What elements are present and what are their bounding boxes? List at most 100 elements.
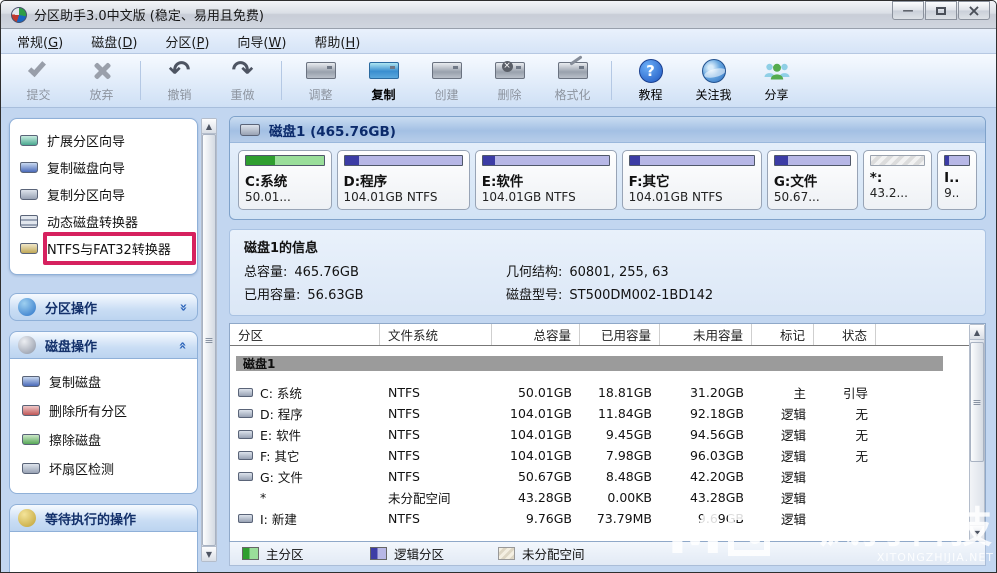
table-scroll-thumb[interactable] — [970, 342, 984, 462]
sidebar-item-extend-partition-wizard[interactable]: 扩展分区向导 — [18, 127, 193, 154]
follow-me-button[interactable]: 关注我 — [682, 56, 745, 105]
undo-arrow-icon — [169, 60, 191, 82]
menu-bar: 常规(G) 磁盘(D) 分区(P) 向导(W) 帮助(H) — [1, 29, 996, 54]
total-capacity-field: 总容量: 465.76GB — [244, 265, 359, 280]
partition-ops-icon — [18, 298, 36, 316]
section-header-partition-ops[interactable]: 分区操作 — [9, 293, 198, 321]
scroll-up-arrow-icon[interactable] — [970, 325, 984, 340]
scroll-down-arrow-icon[interactable] — [970, 525, 984, 540]
menu-disk[interactable]: 磁盘(D) — [91, 32, 137, 51]
menu-help[interactable]: 帮助(H) — [314, 32, 360, 51]
partition-drive-icon — [238, 514, 253, 523]
disk-group-row[interactable]: 磁盘1 — [236, 356, 943, 371]
section-header-disk-ops[interactable]: 磁盘操作 — [9, 331, 198, 359]
table-row[interactable]: D: 程序 NTFS 104.01GB 11.84GB 92.18GB 逻辑 无 — [230, 403, 969, 424]
unallocated-swatch-icon — [498, 547, 515, 560]
geometry-field: 几何结构: 60801, 255, 63 — [506, 265, 669, 280]
sidebar-item-copy-disk[interactable]: 复制磁盘 — [20, 367, 191, 396]
sidebar-item-copy-partition-wizard[interactable]: 复制分区向导 — [18, 181, 193, 208]
table-row[interactable]: E: 软件 NTFS 104.01GB 9.45GB 94.56GB 逻辑 无 — [230, 424, 969, 445]
menu-general[interactable]: 常规(G) — [17, 32, 63, 51]
commit-button[interactable]: 提交 — [7, 56, 70, 105]
toolbar-separator — [281, 61, 282, 100]
window-title: 分区助手3.0中文版 (稳定、易用且免费) — [34, 9, 264, 24]
table-scroll-track[interactable] — [970, 340, 984, 525]
usage-bar — [245, 155, 325, 166]
window-controls — [892, 1, 990, 20]
partition-drive-icon — [238, 451, 253, 460]
used-capacity-field: 已用容量: 56.63GB — [244, 288, 364, 303]
drive-blue-icon — [20, 162, 38, 173]
drive-blue-icon — [22, 376, 40, 387]
primary-swatch-icon — [242, 547, 259, 560]
partition-block-e[interactable]: E:软件 104.01GB NTFS — [474, 150, 617, 210]
legend-bar: 主分区 逻辑分区 未分配空间 — [229, 542, 986, 566]
partition-block-g[interactable]: G:文件 50.67... — [766, 150, 858, 210]
toolbar-group-extras: ? 教程 关注我 分享 — [619, 56, 808, 105]
disk-map-header: 磁盘1 (465.76GB) — [230, 117, 985, 143]
grip-icon — [972, 395, 981, 410]
table-row[interactable]: C: 系统 NTFS 50.01GB 18.81GB 31.20GB 主 引导 — [230, 382, 969, 403]
partition-drive-icon — [238, 388, 253, 397]
delete-button[interactable]: × 删除 — [478, 56, 541, 105]
format-button[interactable]: 格式化 — [541, 55, 604, 105]
maximize-button[interactable] — [925, 1, 957, 20]
logical-swatch-icon — [370, 547, 387, 560]
copy-button[interactable]: 复制 — [352, 56, 415, 105]
table-row[interactable]: I: 新建 NTFS 9.76GB 73.79MB 9.69GB 逻辑 — [230, 508, 969, 529]
tutorial-button[interactable]: ? 教程 — [619, 56, 682, 105]
table-row[interactable]: F: 其它 NTFS 104.01GB 7.98GB 96.03GB 逻辑 无 — [230, 445, 969, 466]
minimize-button[interactable] — [892, 1, 924, 20]
header-partition: 分区 — [230, 324, 380, 345]
partition-block-i[interactable]: I.. 9.. — [937, 150, 977, 210]
redo-button[interactable]: 重做 — [211, 56, 274, 105]
sidebar-item-wipe-disk[interactable]: 擦除磁盘 — [20, 425, 191, 454]
sidebar-item-bad-sector-test[interactable]: 坏扇区检测 — [20, 454, 191, 483]
toolbar-group-apply: 提交 放弃 — [7, 56, 133, 105]
drive-gray-icon — [20, 189, 38, 200]
legend-unallocated: 未分配空间 — [498, 544, 626, 563]
table-row[interactable]: G: 文件 NTFS 50.67GB 8.48GB 42.20GB 逻辑 — [230, 466, 969, 487]
maximize-icon — [936, 6, 946, 15]
table-row[interactable]: * 未分配空间 43.28GB 0.00KB 43.28GB 逻辑 — [230, 487, 969, 508]
drive-copy-icon — [368, 62, 399, 79]
scroll-up-arrow-icon[interactable] — [202, 119, 216, 134]
partition-block-c[interactable]: C:系统 50.01... — [238, 150, 332, 210]
drive-green-icon — [22, 434, 40, 445]
sidebar-scroll-thumb[interactable] — [202, 134, 216, 546]
pending-operations-list — [9, 532, 198, 572]
close-button[interactable] — [958, 1, 990, 20]
header-tag: 标记 — [752, 324, 814, 345]
menu-wizard[interactable]: 向导(W) — [237, 32, 286, 51]
share-button[interactable]: 分享 — [745, 56, 808, 105]
partition-table: 分区 文件系统 总容量 已用容量 未用容量 标记 状态 磁盘1 C: 系统 NT… — [230, 324, 969, 541]
scroll-down-arrow-icon[interactable] — [202, 546, 216, 561]
discard-button[interactable]: 放弃 — [70, 56, 133, 105]
menu-partition[interactable]: 分区(P) — [165, 32, 209, 51]
drive-create-icon — [431, 62, 462, 79]
chevron-down-icon — [179, 300, 187, 315]
section-header-pending-operations[interactable]: 等待执行的操作 — [9, 504, 198, 532]
close-icon — [967, 1, 980, 20]
header-total: 总容量 — [492, 324, 580, 345]
section-partition-ops: 分区操作 — [9, 293, 198, 321]
create-button[interactable]: 创建 — [415, 56, 478, 105]
sidebar-item-copy-disk-wizard[interactable]: 复制磁盘向导 — [18, 154, 193, 181]
sidebar-item-delete-all-partitions[interactable]: 删除所有分区 — [20, 396, 191, 425]
undo-button[interactable]: 撤销 — [148, 56, 211, 105]
header-filesystem: 文件系统 — [380, 324, 492, 345]
partition-block-f[interactable]: F:其它 104.01GB NTFS — [621, 150, 762, 210]
disk-info-panel: 磁盘1的信息 总容量: 465.76GB 几何结构: 60801, 255, 63 … — [229, 229, 986, 316]
sidebar-item-ntfs-fat32-converter[interactable]: NTFS与FAT32转换器 — [18, 232, 196, 265]
partition-block-unallocated[interactable]: *: 43.2... — [862, 150, 933, 210]
sidebar-scroll-track[interactable] — [202, 134, 216, 546]
drive-stack-icon — [20, 215, 38, 228]
table-scrollbar[interactable] — [969, 324, 985, 541]
sidebar-item-dynamic-disk-converter[interactable]: 动态磁盘转换器 — [18, 208, 193, 235]
wizard-list: 扩展分区向导 复制磁盘向导 复制分区向导 动态磁盘转换器 NTFS与FAT32转… — [9, 118, 198, 275]
sidebar-scrollbar[interactable] — [201, 118, 217, 562]
usage-bar — [628, 155, 755, 166]
resize-button[interactable]: 调整 — [289, 56, 352, 105]
partition-drive-icon — [238, 430, 253, 439]
partition-block-d[interactable]: D:程序 104.01GB NTFS — [336, 150, 470, 210]
